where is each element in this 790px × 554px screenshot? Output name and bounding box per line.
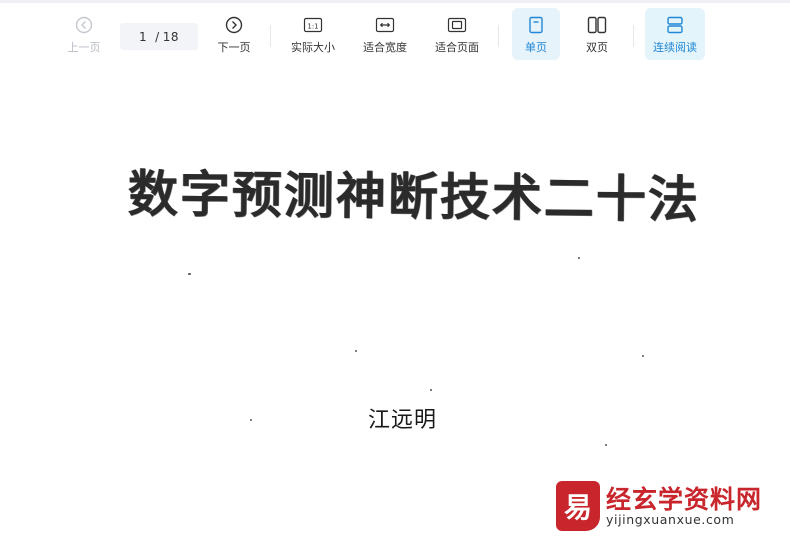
- double-page-button[interactable]: 双页: [568, 8, 626, 60]
- fit-width-label: 适合宽度: [363, 41, 407, 54]
- scan-speck: [605, 444, 607, 446]
- next-page-button[interactable]: 下一页: [205, 8, 263, 60]
- fit-page-icon: [447, 15, 467, 35]
- scan-speck: [188, 273, 191, 275]
- scan-speck: [642, 355, 644, 357]
- site-watermark: 易 经玄学资料网 yijingxuanxue.com: [556, 480, 776, 532]
- scan-speck: [578, 257, 580, 259]
- scan-speck: [250, 419, 252, 421]
- viewer-toolbar: 上一页 1 / 18 下一页 1:1 实际大小 适合宽度 适合页面 单页 双页 …: [0, 0, 790, 64]
- toolbar-divider: [270, 25, 271, 47]
- site-url: yijingxuanxue.com: [606, 512, 735, 527]
- document-author: 江远明: [368, 408, 438, 433]
- prev-page-button[interactable]: 上一页: [55, 8, 113, 60]
- site-logo: 易: [556, 481, 600, 531]
- next-page-label: 下一页: [217, 41, 251, 54]
- chevron-left-circle-icon: [74, 15, 94, 35]
- continuous-reading-label: 连续阅读: [653, 41, 697, 54]
- prev-page-label: 上一页: [67, 41, 101, 54]
- actual-size-icon: 1:1: [303, 15, 323, 35]
- page-separator: /: [155, 29, 160, 44]
- actual-size-button[interactable]: 1:1 实际大小: [284, 8, 342, 60]
- single-page-icon: [526, 15, 546, 35]
- chevron-right-circle-icon: [224, 15, 244, 35]
- fit-page-button[interactable]: 适合页面: [428, 8, 486, 60]
- page-current: 1: [139, 29, 148, 44]
- actual-size-icon-text: 1:1: [307, 22, 318, 30]
- site-logo-icon: 易: [564, 491, 592, 524]
- document-title: 数字预测神断技术二十法: [127, 165, 701, 229]
- fit-page-label: 适合页面: [435, 41, 479, 54]
- actual-size-label: 实际大小: [291, 41, 335, 54]
- continuous-reading-icon: [665, 15, 685, 35]
- fit-width-button[interactable]: 适合宽度: [356, 8, 414, 60]
- single-page-label: 单页: [525, 41, 547, 54]
- continuous-reading-button[interactable]: 连续阅读: [645, 8, 705, 60]
- site-name: 经玄学资料网: [606, 485, 763, 514]
- page-indicator[interactable]: 1 / 18: [120, 23, 198, 50]
- site-logo-glyph: 易: [564, 491, 592, 524]
- scan-speck: [355, 350, 357, 352]
- toolbar-divider: [498, 25, 499, 47]
- page-total: 18: [162, 29, 179, 44]
- double-page-label: 双页: [586, 41, 608, 54]
- scan-speck: [430, 389, 432, 391]
- single-page-button[interactable]: 单页: [512, 8, 560, 60]
- fit-width-icon: [375, 15, 395, 35]
- double-page-icon: [587, 15, 607, 35]
- toolbar-divider: [633, 25, 634, 47]
